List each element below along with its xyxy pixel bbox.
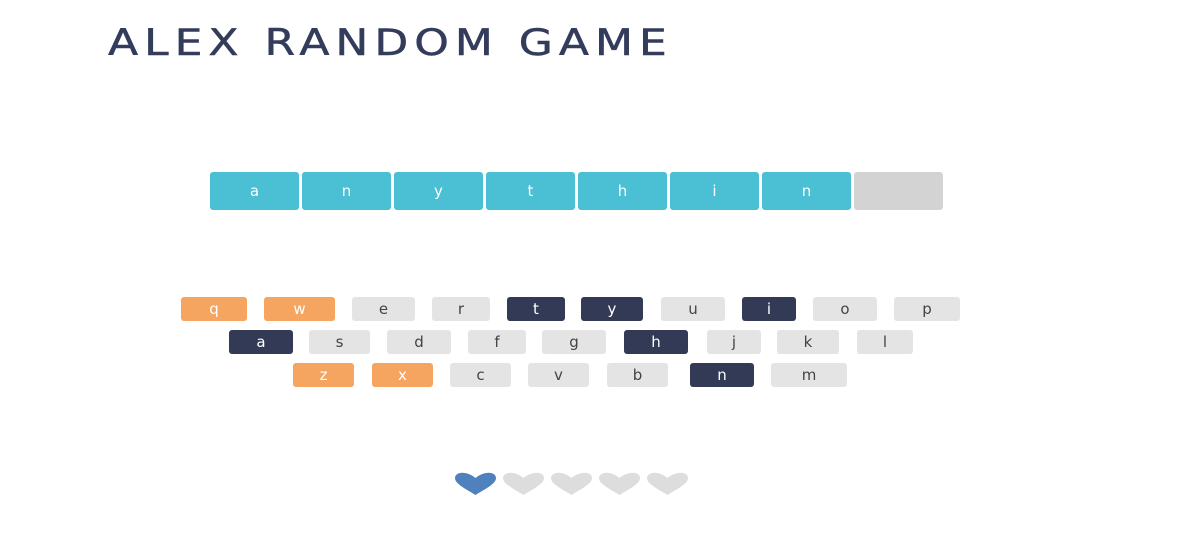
key-u[interactable]: u — [661, 297, 725, 321]
letter-slot: t — [486, 172, 575, 210]
key-j[interactable]: j — [707, 330, 761, 354]
key-o[interactable]: o — [813, 297, 877, 321]
game-title: ALEX RANDOM GAME — [108, 22, 673, 64]
letter-slot: i — [670, 172, 759, 210]
word-slots: anythin — [210, 172, 943, 210]
letter-slot: y — [394, 172, 483, 210]
key-p[interactable]: p — [894, 297, 960, 321]
heart-empty-icon — [646, 472, 689, 500]
heart-full-icon — [454, 472, 497, 500]
key-a[interactable]: a — [229, 330, 293, 354]
letter-slot: n — [762, 172, 851, 210]
game-page: ALEX RANDOM GAME anythin qwertyuiopasdfg… — [0, 0, 1200, 550]
letter-slot-empty — [854, 172, 943, 210]
key-d[interactable]: d — [387, 330, 451, 354]
lives-hearts — [454, 472, 689, 500]
key-v[interactable]: v — [528, 363, 589, 387]
heart-empty-icon — [502, 472, 545, 500]
key-r[interactable]: r — [432, 297, 490, 321]
key-b[interactable]: b — [607, 363, 668, 387]
key-n[interactable]: n — [690, 363, 754, 387]
key-f[interactable]: f — [468, 330, 526, 354]
key-t[interactable]: t — [507, 297, 565, 321]
key-w[interactable]: w — [264, 297, 335, 321]
key-x[interactable]: x — [372, 363, 433, 387]
letter-slot: n — [302, 172, 391, 210]
key-e[interactable]: e — [352, 297, 415, 321]
key-c[interactable]: c — [450, 363, 511, 387]
key-m[interactable]: m — [771, 363, 847, 387]
key-h[interactable]: h — [624, 330, 688, 354]
heart-empty-icon — [598, 472, 641, 500]
heart-empty-icon — [550, 472, 593, 500]
key-s[interactable]: s — [309, 330, 370, 354]
key-y[interactable]: y — [581, 297, 643, 321]
key-k[interactable]: k — [777, 330, 839, 354]
letter-slot: a — [210, 172, 299, 210]
key-q[interactable]: q — [181, 297, 247, 321]
key-g[interactable]: g — [542, 330, 606, 354]
key-z[interactable]: z — [293, 363, 354, 387]
letter-slot: h — [578, 172, 667, 210]
key-l[interactable]: l — [857, 330, 913, 354]
key-i[interactable]: i — [742, 297, 796, 321]
